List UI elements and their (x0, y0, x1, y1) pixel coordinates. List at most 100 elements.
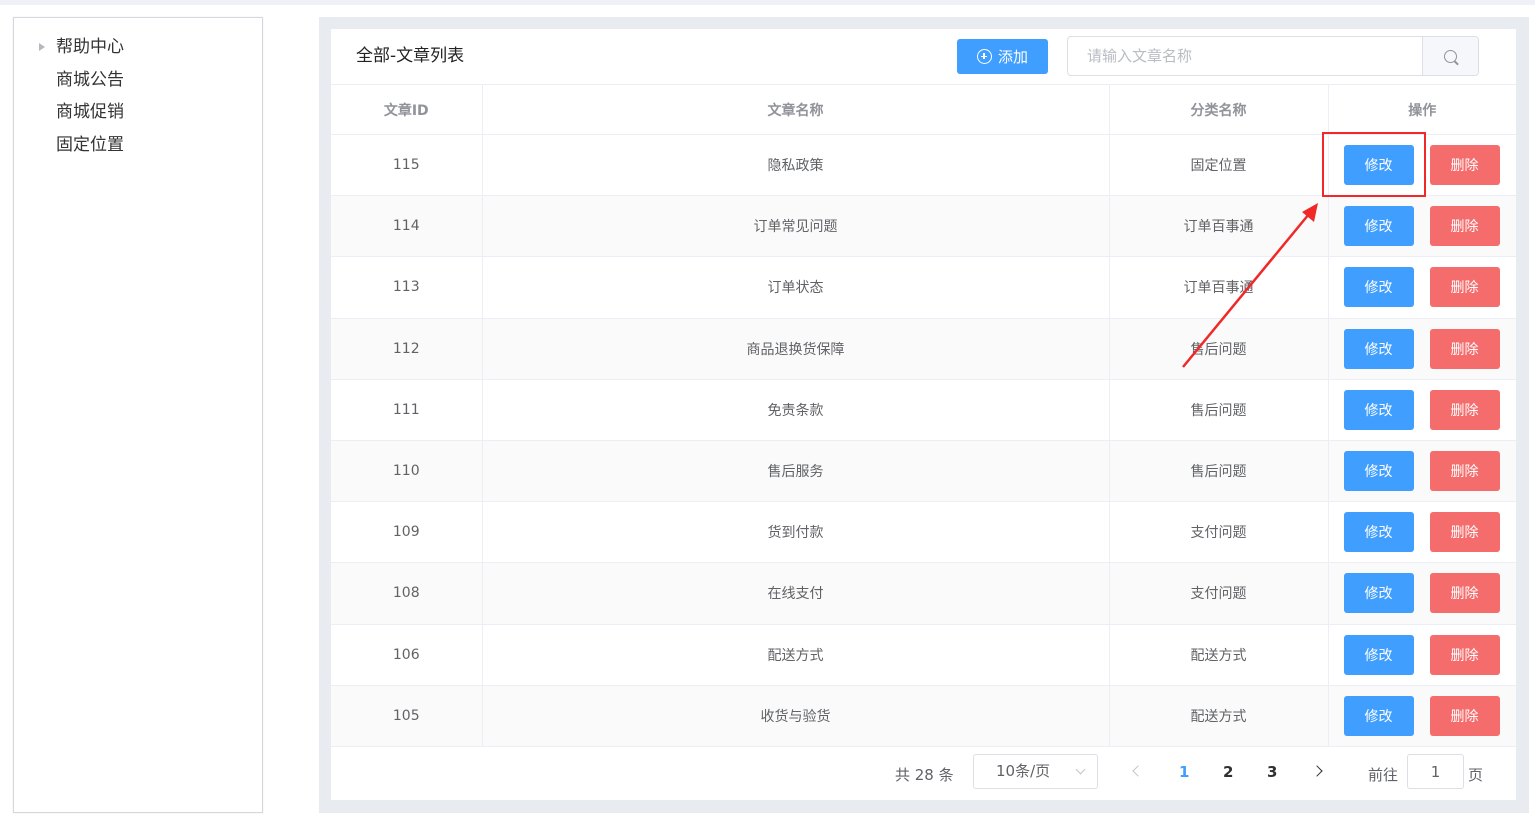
page-size-select[interactable]: 10条/页 (973, 754, 1098, 789)
edit-button[interactable]: 修改 (1343, 328, 1414, 369)
tree-item-help-center[interactable]: 帮助中心 (14, 32, 262, 62)
cell-actions: 修改 删除 (1328, 440, 1516, 503)
tree-item-mall-promotion[interactable]: 商城促销 (14, 97, 262, 127)
cell-article-id: 113 (331, 256, 483, 319)
cell-article-id: 112 (331, 318, 483, 380)
table-header-row: 文章ID 文章名称 分类名称 操作 (331, 84, 1516, 135)
edit-button[interactable]: 修改 (1343, 206, 1414, 247)
cell-category-name: 售后问题 (1109, 318, 1329, 380)
cell-category-name: 订单百事通 (1109, 256, 1329, 319)
edit-button[interactable]: 修改 (1343, 634, 1414, 675)
cell-article-name: 隐私政策 (482, 134, 1110, 197)
tree-item-label: 商城促销 (56, 102, 124, 122)
table-row: 111 免责条款 售后问题 修改 删除 (331, 379, 1516, 441)
table-row: 108 在线支付 支付问题 修改 删除 (331, 562, 1516, 625)
search-icon (1444, 49, 1457, 63)
cell-category-name: 售后问题 (1109, 440, 1329, 503)
cell-actions: 修改 删除 (1328, 318, 1516, 380)
top-divider (0, 0, 1535, 5)
delete-button[interactable]: 删除 (1429, 389, 1500, 430)
cell-article-name: 售后服务 (482, 440, 1110, 503)
cell-actions: 修改 删除 (1328, 624, 1516, 686)
cell-category-name: 支付问题 (1109, 501, 1329, 564)
cell-article-name: 在线支付 (482, 562, 1110, 625)
column-header-id: 文章ID (331, 84, 483, 135)
delete-button[interactable]: 删除 (1429, 267, 1500, 308)
page-number-3[interactable]: 3 (1267, 763, 1277, 781)
cell-article-id: 115 (331, 134, 483, 197)
table-row: 105 收货与验货 配送方式 修改 删除 (331, 685, 1516, 747)
page-number-2[interactable]: 2 (1223, 763, 1233, 781)
total-count: 共 28 条 (895, 766, 954, 784)
chevron-left-icon (1132, 765, 1144, 777)
search-button[interactable] (1422, 37, 1478, 75)
cell-article-id: 106 (331, 624, 483, 686)
tree-item-label: 商城公告 (56, 70, 124, 90)
cell-actions: 修改 删除 (1328, 501, 1516, 564)
page-unit-label: 页 (1468, 766, 1484, 784)
edit-button[interactable]: 修改 (1343, 267, 1414, 308)
annotation-highlight-box (1322, 132, 1426, 197)
page-number-1[interactable]: 1 (1179, 763, 1189, 781)
cell-category-name: 售后问题 (1109, 379, 1329, 441)
tree-item-fixed-position[interactable]: 固定位置 (14, 130, 262, 160)
caret-right-icon[interactable] (39, 43, 45, 51)
delete-button[interactable]: 删除 (1429, 206, 1500, 247)
prev-page-button[interactable] (1128, 763, 1146, 781)
edit-button[interactable]: 修改 (1343, 451, 1414, 492)
cell-article-name: 配送方式 (482, 624, 1110, 686)
cell-actions: 修改 删除 (1328, 562, 1516, 625)
goto-label: 前往 (1368, 766, 1399, 784)
cell-article-name: 订单常见问题 (482, 195, 1110, 258)
edit-button[interactable]: 修改 (1343, 389, 1414, 430)
cell-article-id: 114 (331, 195, 483, 258)
add-button-label: 添加 (997, 48, 1028, 66)
cell-article-id: 108 (331, 562, 483, 625)
column-header-actions: 操作 (1328, 84, 1516, 135)
cell-actions: 修改 删除 (1328, 685, 1516, 747)
cell-article-name: 订单状态 (482, 256, 1110, 319)
chevron-right-icon (1311, 765, 1323, 777)
delete-button[interactable]: 删除 (1429, 145, 1500, 186)
table-row: 114 订单常见问题 订单百事通 修改 删除 (331, 195, 1516, 258)
edit-button[interactable]: 修改 (1343, 695, 1414, 736)
table-row: 110 售后服务 售后问题 修改 删除 (331, 440, 1516, 503)
cell-category-name: 配送方式 (1109, 624, 1329, 686)
cell-category-name: 固定位置 (1109, 134, 1329, 197)
table-row: 112 商品退换货保障 售后问题 修改 删除 (331, 318, 1516, 380)
cell-category-name: 支付问题 (1109, 562, 1329, 625)
delete-button[interactable]: 删除 (1429, 512, 1500, 553)
cell-actions: 修改 删除 (1328, 256, 1516, 319)
cell-article-id: 109 (331, 501, 483, 564)
cell-article-name: 商品退换货保障 (482, 318, 1110, 380)
delete-button[interactable]: 删除 (1429, 634, 1500, 675)
cell-article-id: 110 (331, 440, 483, 503)
delete-button[interactable]: 删除 (1429, 573, 1500, 614)
cell-actions: 修改 删除 (1328, 379, 1516, 441)
tree-item-label: 固定位置 (56, 135, 124, 155)
page-size-value: 10条/页 (996, 762, 1051, 780)
add-article-button[interactable]: 添加 (957, 39, 1048, 74)
column-header-name: 文章名称 (482, 84, 1110, 135)
delete-button[interactable]: 删除 (1429, 451, 1500, 492)
column-header-category: 分类名称 (1109, 84, 1329, 135)
table-row: 106 配送方式 配送方式 修改 删除 (331, 624, 1516, 686)
edit-button[interactable]: 修改 (1343, 573, 1414, 614)
chevron-down-icon (1075, 764, 1086, 775)
cell-article-id: 105 (331, 685, 483, 747)
delete-button[interactable]: 删除 (1429, 328, 1500, 369)
edit-button[interactable]: 修改 (1343, 512, 1414, 553)
page-title: 全部-文章列表 (356, 46, 465, 66)
delete-button[interactable]: 删除 (1429, 695, 1500, 736)
goto-page-input[interactable] (1407, 754, 1464, 789)
next-page-button[interactable] (1311, 763, 1329, 781)
plus-circle-icon (976, 49, 992, 64)
cell-category-name: 配送方式 (1109, 685, 1329, 747)
cell-category-name: 订单百事通 (1109, 195, 1329, 258)
cell-article-name: 收货与验货 (482, 685, 1110, 747)
cell-actions: 修改 删除 (1328, 195, 1516, 258)
tree-item-mall-notice[interactable]: 商城公告 (14, 65, 262, 95)
search-input[interactable] (1068, 37, 1422, 75)
category-sidebar: 帮助中心 商城公告 商城促销 固定位置 (13, 17, 263, 813)
cell-article-id: 111 (331, 379, 483, 441)
